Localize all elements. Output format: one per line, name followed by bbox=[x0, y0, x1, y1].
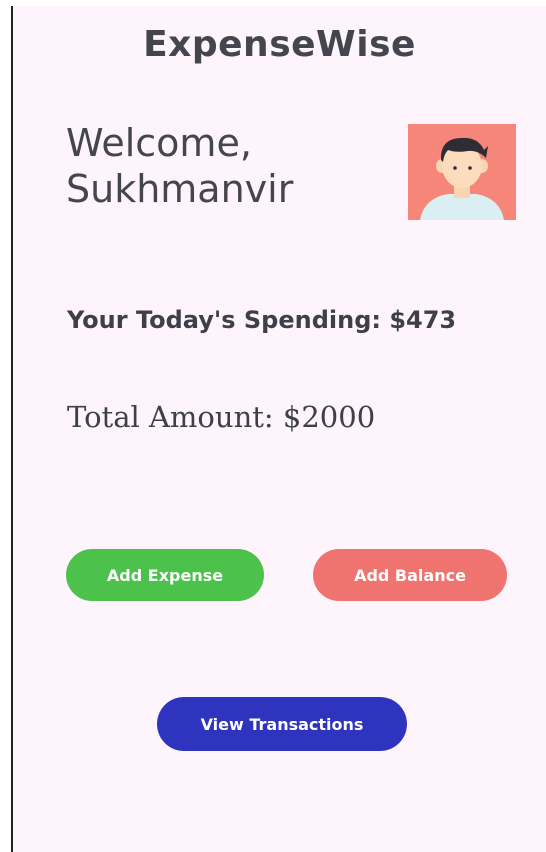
user-avatar-icon bbox=[420, 137, 504, 220]
welcome-greeting: Welcome, bbox=[66, 121, 252, 165]
todays-spending: Your Today's Spending: $473 bbox=[67, 306, 457, 334]
add-expense-button[interactable]: Add Expense bbox=[66, 549, 264, 601]
avatar bbox=[408, 124, 516, 220]
welcome-message: Welcome, Sukhmanvir bbox=[66, 120, 376, 212]
app-screen: ExpenseWise Welcome, Sukhmanvir Your Tod… bbox=[11, 6, 546, 852]
add-balance-button[interactable]: Add Balance bbox=[313, 549, 507, 601]
view-transactions-button[interactable]: View Transactions bbox=[157, 697, 407, 751]
app-title: ExpenseWise bbox=[143, 24, 416, 65]
total-amount: Total Amount: $2000 bbox=[67, 400, 376, 434]
welcome-username: Sukhmanvir bbox=[66, 167, 294, 211]
